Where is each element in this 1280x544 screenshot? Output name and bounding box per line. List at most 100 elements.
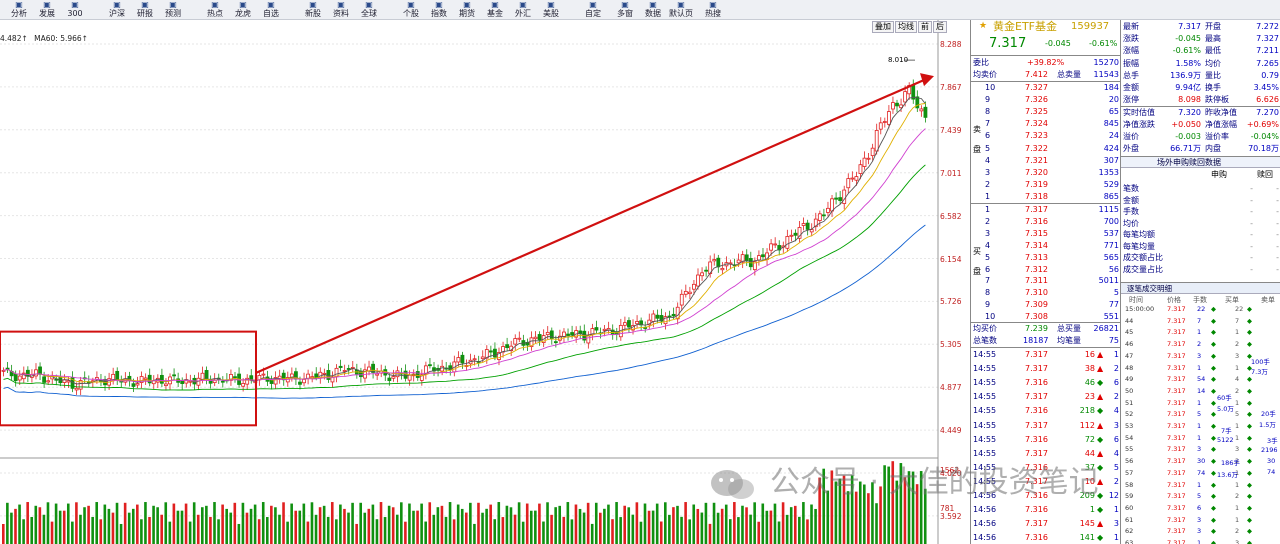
tick-time: 58	[1125, 480, 1134, 489]
toolbar-market-button[interactable]: ▣ 沪深	[102, 0, 132, 19]
toolbar-index-button[interactable]: ▣ 指数	[424, 0, 454, 19]
tick-side-icon: ◆	[1247, 422, 1252, 430]
toolbar-window-button[interactable]: ▣ 多窗	[610, 0, 640, 19]
otc-row: 每笔均量 - -	[1121, 241, 1280, 252]
trade-count: 2	[1113, 476, 1119, 486]
volume-bar	[590, 523, 594, 544]
candle-body	[533, 336, 538, 340]
tick-row[interactable]: 63 7.317 1 ◆ 3 ◆	[1121, 539, 1280, 544]
tick-row[interactable]: 52 7.317 5 ◆ 5 ◆	[1121, 410, 1280, 419]
trade-row[interactable]: 14:56 7.316 1 ◆ 1	[971, 504, 1121, 515]
tick-row[interactable]: 46 7.317 2 ◆ 2 ◆	[1121, 340, 1280, 349]
toolbar-globe-button[interactable]: ▣ 全球	[354, 0, 384, 19]
favorite-icon[interactable]: ★	[979, 21, 987, 32]
tick-row[interactable]: 57 7.317 74 ◆ 1 ◆	[1121, 469, 1280, 478]
toolbar-futures-button[interactable]: ▣ 期货	[452, 0, 482, 19]
tick-row[interactable]: 55 7.317 3 ◆ 3 ◆	[1121, 445, 1280, 454]
tick-row[interactable]: 50 7.317 14 ◆ 2 ◆	[1121, 387, 1280, 396]
trade-count: 2	[1113, 392, 1119, 402]
volume-bar	[14, 508, 17, 544]
overlay-button[interactable]: 叠加	[872, 21, 894, 33]
toolbar-data-button[interactable]: ▣ 数据	[638, 0, 668, 19]
tick-row[interactable]: 15:00:00 7.317 22 ◆ 22 ◆	[1121, 305, 1280, 314]
candle-body	[704, 269, 709, 272]
volume-bar	[542, 521, 545, 544]
candle-body	[480, 356, 485, 360]
volume-bar	[54, 503, 58, 544]
toolbar-doc-button[interactable]: ▣ 资料	[326, 0, 356, 19]
tick-time: 57	[1125, 468, 1134, 477]
volume-bar	[708, 523, 712, 544]
volume-bar	[728, 519, 732, 544]
volume-bar	[367, 508, 371, 544]
tick-row[interactable]: 60 7.317 6 ◆ 1 ◆	[1121, 504, 1280, 513]
candle-body	[391, 376, 396, 379]
volume-bar	[802, 502, 805, 544]
trade-row[interactable]: 14:55 7.317 23 ▲ 2	[971, 391, 1121, 402]
tick-row[interactable]: 62 7.317 3 ◆ 2 ◆	[1121, 527, 1280, 536]
toolbar-report-button[interactable]: ▣ 研报	[130, 0, 160, 19]
trade-row[interactable]: 14:55 7.317 112 ▲ 3	[971, 420, 1121, 431]
toolbar-custom-button[interactable]: ▣ 自定	[578, 0, 608, 19]
trade-row[interactable]: 14:56 7.317 145 ▲ 3	[971, 518, 1121, 529]
otc-label: 手数	[1123, 207, 1139, 216]
ma-button[interactable]: 均线	[895, 21, 917, 33]
toolbar-stock-button[interactable]: ▣ 个股	[396, 0, 426, 19]
tick-row[interactable]: 54 7.317 1 ◆ 1 ◆	[1121, 434, 1280, 443]
toolbar-dragon-button[interactable]: ▣ 龙虎	[228, 0, 258, 19]
volume-bar	[428, 502, 432, 544]
tick-row[interactable]: 58 7.317 1 ◆ 1 ◆	[1121, 481, 1280, 490]
toolbar-fx-button[interactable]: ▣ 外汇	[508, 0, 538, 19]
volume-bar	[550, 514, 553, 544]
toolbar-forecast-button[interactable]: ▣ 预测	[158, 0, 188, 19]
toolbar-chart-button[interactable]: ▣ 分析	[4, 0, 34, 19]
prev-button[interactable]: 前	[918, 21, 932, 33]
tick-direction-icon: ◆	[1211, 340, 1216, 349]
trade-row[interactable]: 14:55 7.316 46 ◆ 6	[971, 377, 1121, 388]
tick-row[interactable]: 61 7.317 3 ◆ 1 ◆	[1121, 516, 1280, 525]
toolbar-search-button[interactable]: ▣ 热搜	[698, 0, 728, 19]
volume-bar	[371, 504, 375, 544]
volume-bar	[6, 502, 9, 544]
tick-row[interactable]: 45 7.317 1 ◆ 1 ◆	[1121, 328, 1280, 337]
trade-row[interactable]: 14:55 7.317 38 ▲ 2	[971, 363, 1121, 374]
next-button[interactable]: 后	[933, 21, 947, 33]
candle-body	[817, 213, 822, 221]
toolbar-fire-button[interactable]: ▣ 热点	[200, 0, 230, 19]
trade-row[interactable]: 14:56 7.316 141 ◆ 1	[971, 532, 1121, 543]
toolbar-star-button[interactable]: ▣ 自选	[256, 0, 286, 19]
toolbar-home-button[interactable]: ▣ 默认页	[666, 0, 696, 19]
trade-price: 7.317	[1025, 420, 1048, 430]
candle-body	[249, 375, 254, 381]
toolbar-us-button[interactable]: ▣ 美股	[536, 0, 566, 19]
tick-row[interactable]: 51 7.317 1 ◆ 1 ◆	[1121, 399, 1280, 408]
volume-bar	[111, 512, 115, 544]
price-axis-label: 7.011	[940, 168, 962, 178]
trade-row[interactable]: 14:55 7.317 44 ▲ 4	[971, 448, 1121, 459]
toolbar-new-button[interactable]: ▣ 新股	[298, 0, 328, 19]
toolbar-fund-button[interactable]: ▣ 基金	[480, 0, 510, 19]
volume-bar	[335, 519, 338, 544]
bid-level-no: 2	[985, 216, 991, 226]
tick-row[interactable]: 53 7.317 1 ◆ 1 ◆	[1121, 422, 1280, 431]
tick-direction-icon: ◆	[1211, 492, 1216, 501]
volume-bar	[233, 502, 237, 544]
trade-row[interactable]: 14:55 7.316 218 ◆ 4	[971, 405, 1121, 416]
trade-row[interactable]: 14:55 7.316 72 ◆ 6	[971, 434, 1121, 445]
tick-volume: 1	[1197, 480, 1202, 489]
ticks-title-bar[interactable]: 逐笔成交明细	[1121, 282, 1280, 294]
trade-row[interactable]: 14:55 7.317 16 ▲ 1	[971, 349, 1121, 360]
toolbar-growth-button[interactable]: ▣ 发展	[32, 0, 62, 19]
tick-row[interactable]: 49 7.317 54 ◆ 4 ◆	[1121, 375, 1280, 384]
volume-bar	[2, 524, 5, 544]
tick-row[interactable]: 56 7.317 30 ◆ 2 ◆	[1121, 457, 1280, 466]
volume-bar	[156, 507, 159, 544]
tick-row[interactable]: 59 7.317 5 ◆ 2 ◆	[1121, 492, 1280, 501]
otc-row: 成交量占比 - -	[1121, 264, 1280, 275]
bid-volume: 56	[1108, 264, 1119, 274]
toolbar-label: 自定	[585, 9, 601, 18]
toolbar-index-button[interactable]: ▣ 300	[60, 0, 90, 19]
tick-row[interactable]: 44 7.317 7 ◆ 7 ◆	[1121, 317, 1280, 326]
volume-bar	[103, 504, 107, 544]
volume-bar	[655, 503, 659, 544]
